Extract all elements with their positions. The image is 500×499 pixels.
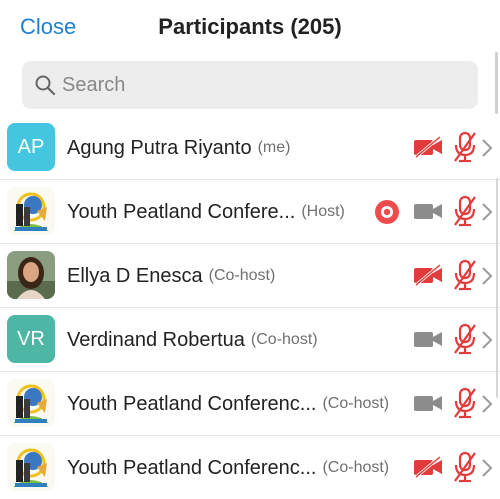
chevron-right-icon[interactable]: [481, 458, 493, 483]
chevron-right-icon[interactable]: [481, 202, 493, 227]
chevron-right-icon[interactable]: [481, 138, 493, 163]
participant-name: Youth Peatland Confere...: [67, 200, 296, 223]
avatar: AP: [7, 123, 55, 171]
avatar: VR: [7, 315, 55, 363]
search-bar[interactable]: [22, 61, 478, 109]
chevron-right-icon[interactable]: [481, 330, 493, 355]
search-input[interactable]: [62, 61, 462, 109]
participant-info: Youth Peatland Conferenc... (Co-host): [67, 436, 389, 499]
video-icon[interactable]: [413, 200, 443, 227]
participant-name: Ellya D Enesca: [67, 264, 203, 287]
chevron-right-icon[interactable]: [481, 266, 493, 291]
video-off-icon[interactable]: [413, 455, 443, 483]
chevron-right-icon[interactable]: [481, 394, 493, 419]
participant-role: (Co-host): [322, 395, 390, 412]
search-icon: [35, 75, 56, 96]
mic-muted-icon[interactable]: [452, 131, 478, 168]
participant-list: AP Agung Putra Riyanto (me) Youth Peatland…: [0, 116, 500, 499]
avatar: [7, 251, 55, 299]
page-title: Participants (205): [158, 14, 342, 39]
avatar: [7, 187, 55, 235]
participant-row[interactable]: Ellya D Enesca (Co-host): [0, 244, 500, 308]
participant-row[interactable]: Youth Peatland Conferenc... (Co-host): [0, 372, 500, 436]
scrollbar-top[interactable]: [495, 52, 498, 114]
participant-name: Verdinand Robertua: [67, 328, 245, 351]
participant-info: Agung Putra Riyanto (me): [67, 116, 290, 180]
mic-muted-icon[interactable]: [452, 195, 478, 232]
video-off-icon[interactable]: [413, 263, 443, 291]
participant-name: Youth Peatland Conferenc...: [67, 456, 317, 479]
participant-info: Youth Peatland Confere... (Host): [67, 180, 345, 244]
mic-muted-icon[interactable]: [452, 323, 478, 360]
mic-muted-icon[interactable]: [452, 451, 478, 488]
participant-info: Verdinand Robertua (Co-host): [67, 308, 318, 372]
participant-row[interactable]: Youth Peatland Confere... (Host): [0, 180, 500, 244]
participant-info: Youth Peatland Conferenc... (Co-host): [67, 372, 389, 436]
top-bar: Close Participants (205): [0, 0, 500, 54]
mic-muted-icon[interactable]: [452, 387, 478, 424]
video-icon[interactable]: [413, 328, 443, 355]
list-scrollbar[interactable]: [496, 178, 498, 398]
recording-icon: [374, 199, 400, 230]
participant-role: (me): [257, 139, 291, 156]
participant-info: Ellya D Enesca (Co-host): [67, 244, 275, 308]
participant-role: (Co-host): [208, 267, 276, 284]
video-off-icon[interactable]: [413, 135, 443, 163]
participant-role: (Host): [301, 203, 345, 220]
participant-name: Agung Putra Riyanto: [67, 136, 252, 159]
participant-row[interactable]: Youth Peatland Conferenc... (Co-host): [0, 436, 500, 499]
avatar: [7, 379, 55, 427]
mic-muted-icon[interactable]: [452, 259, 478, 296]
participant-row[interactable]: VR Verdinand Robertua (Co-host): [0, 308, 500, 372]
participant-row[interactable]: AP Agung Putra Riyanto (me): [0, 116, 500, 180]
participant-role: (Co-host): [322, 459, 390, 476]
participant-name: Youth Peatland Conferenc...: [67, 392, 317, 415]
avatar: [7, 443, 55, 491]
participant-role: (Co-host): [250, 331, 318, 348]
video-icon[interactable]: [413, 392, 443, 419]
